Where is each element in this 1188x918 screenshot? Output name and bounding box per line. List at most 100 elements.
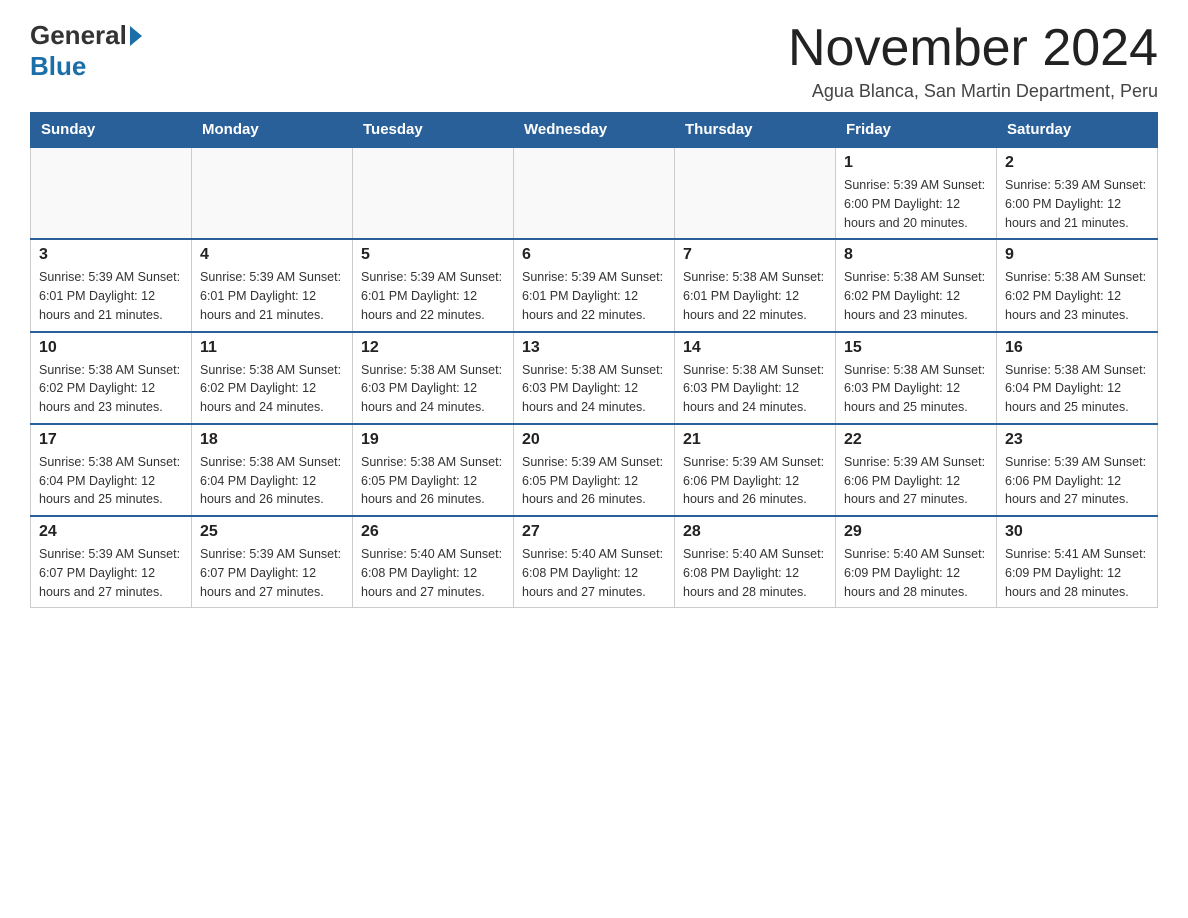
day-info: Sunrise: 5:38 AM Sunset: 6:05 PM Dayligh… — [361, 453, 505, 509]
day-number: 27 — [522, 523, 666, 541]
day-number: 1 — [844, 154, 988, 172]
logo: General Blue — [30, 20, 145, 82]
day-info: Sunrise: 5:39 AM Sunset: 6:07 PM Dayligh… — [200, 545, 344, 601]
calendar-week-1: 1 Sunrise: 5:39 AM Sunset: 6:00 PM Daylig… — [31, 147, 1158, 239]
day-number: 18 — [200, 431, 344, 449]
day-info: Sunrise: 5:38 AM Sunset: 6:03 PM Dayligh… — [683, 361, 827, 417]
day-info: Sunrise: 5:38 AM Sunset: 6:04 PM Dayligh… — [200, 453, 344, 509]
day-number: 8 — [844, 246, 988, 264]
calendar-cell — [514, 147, 675, 239]
calendar-week-3: 10Sunrise: 5:38 AM Sunset: 6:02 PM Dayli… — [31, 332, 1158, 424]
day-info: Sunrise: 5:39 AM Sunset: 6:06 PM Dayligh… — [683, 453, 827, 509]
day-number: 14 — [683, 339, 827, 357]
day-number: 29 — [844, 523, 988, 541]
day-number: 7 — [683, 246, 827, 264]
day-info: Sunrise: 5:40 AM Sunset: 6:08 PM Dayligh… — [522, 545, 666, 601]
calendar-cell: 11Sunrise: 5:38 AM Sunset: 6:02 PM Dayli… — [192, 332, 353, 424]
day-number: 9 — [1005, 246, 1149, 264]
day-info: Sunrise: 5:39 AM Sunset: 6:01 PM Dayligh… — [361, 268, 505, 324]
day-info: Sunrise: 5:40 AM Sunset: 6:08 PM Dayligh… — [361, 545, 505, 601]
day-number: 6 — [522, 246, 666, 264]
calendar-cell: 28Sunrise: 5:40 AM Sunset: 6:08 PM Dayli… — [675, 516, 836, 608]
day-number: 13 — [522, 339, 666, 357]
day-info: Sunrise: 5:39 AM Sunset: 6:07 PM Dayligh… — [39, 545, 183, 601]
day-info: Sunrise: 5:38 AM Sunset: 6:01 PM Dayligh… — [683, 268, 827, 324]
calendar-week-5: 24 Sunrise: 5:39 AM Sunset: 6:07 PM Dayli… — [31, 516, 1158, 608]
day-info: Sunrise: 5:39 AM Sunset: 6:06 PM Dayligh… — [1005, 453, 1149, 509]
day-info: Sunrise: 5:39 AM Sunset: 6:00 PM Dayligh… — [1005, 176, 1149, 232]
day-info: Sunrise: 5:38 AM Sunset: 6:03 PM Dayligh… — [844, 361, 988, 417]
calendar-cell: 17 Sunrise: 5:38 AM Sunset: 6:04 PM Dayli… — [31, 424, 192, 516]
weekday-header-wednesday: Wednesday — [514, 113, 675, 148]
logo-general-text: General — [30, 20, 127, 51]
day-number: 15 — [844, 339, 988, 357]
day-number: 28 — [683, 523, 827, 541]
calendar-cell: 16Sunrise: 5:38 AM Sunset: 6:04 PM Dayli… — [997, 332, 1158, 424]
day-number: 22 — [844, 431, 988, 449]
page-header: General Blue November 2024 Agua Blanca, … — [30, 20, 1158, 102]
weekday-header-tuesday: Tuesday — [353, 113, 514, 148]
day-info: Sunrise: 5:39 AM Sunset: 6:06 PM Dayligh… — [844, 453, 988, 509]
calendar-cell: 3 Sunrise: 5:39 AM Sunset: 6:01 PM Daylig… — [31, 239, 192, 331]
title-block: November 2024 Agua Blanca, San Martin De… — [788, 20, 1158, 102]
calendar-cell: 1 Sunrise: 5:39 AM Sunset: 6:00 PM Daylig… — [836, 147, 997, 239]
weekday-header-monday: Monday — [192, 113, 353, 148]
weekday-header-friday: Friday — [836, 113, 997, 148]
calendar-cell — [353, 147, 514, 239]
day-info: Sunrise: 5:38 AM Sunset: 6:03 PM Dayligh… — [522, 361, 666, 417]
calendar-cell: 10Sunrise: 5:38 AM Sunset: 6:02 PM Dayli… — [31, 332, 192, 424]
day-number: 30 — [1005, 523, 1149, 541]
calendar-cell: 24 Sunrise: 5:39 AM Sunset: 6:07 PM Dayli… — [31, 516, 192, 608]
calendar-cell: 4 Sunrise: 5:39 AM Sunset: 6:01 PM Daylig… — [192, 239, 353, 331]
calendar-cell — [675, 147, 836, 239]
day-info: Sunrise: 5:38 AM Sunset: 6:02 PM Dayligh… — [39, 361, 183, 417]
calendar-cell: 18 Sunrise: 5:38 AM Sunset: 6:04 PM Dayli… — [192, 424, 353, 516]
day-number: 5 — [361, 246, 505, 264]
calendar-cell: 20Sunrise: 5:39 AM Sunset: 6:05 PM Dayli… — [514, 424, 675, 516]
calendar-cell: 9 Sunrise: 5:38 AM Sunset: 6:02 PM Daylig… — [997, 239, 1158, 331]
day-info: Sunrise: 5:39 AM Sunset: 6:00 PM Dayligh… — [844, 176, 988, 232]
day-info: Sunrise: 5:41 AM Sunset: 6:09 PM Dayligh… — [1005, 545, 1149, 601]
calendar-cell: 6 Sunrise: 5:39 AM Sunset: 6:01 PM Daylig… — [514, 239, 675, 331]
logo-blue-text: Blue — [30, 51, 86, 82]
day-info: Sunrise: 5:39 AM Sunset: 6:01 PM Dayligh… — [39, 268, 183, 324]
calendar-table: SundayMondayTuesdayWednesdayThursdayFrid… — [30, 112, 1158, 608]
calendar-cell: 15 Sunrise: 5:38 AM Sunset: 6:03 PM Dayli… — [836, 332, 997, 424]
day-info: Sunrise: 5:38 AM Sunset: 6:02 PM Dayligh… — [200, 361, 344, 417]
calendar-cell: 2Sunrise: 5:39 AM Sunset: 6:00 PM Daylig… — [997, 147, 1158, 239]
calendar-cell: 13 Sunrise: 5:38 AM Sunset: 6:03 PM Dayli… — [514, 332, 675, 424]
calendar-cell: 21 Sunrise: 5:39 AM Sunset: 6:06 PM Dayli… — [675, 424, 836, 516]
calendar-cell: 23 Sunrise: 5:39 AM Sunset: 6:06 PM Dayli… — [997, 424, 1158, 516]
day-info: Sunrise: 5:38 AM Sunset: 6:02 PM Dayligh… — [1005, 268, 1149, 324]
day-info: Sunrise: 5:39 AM Sunset: 6:01 PM Dayligh… — [200, 268, 344, 324]
weekday-header-sunday: Sunday — [31, 113, 192, 148]
calendar-cell: 29 Sunrise: 5:40 AM Sunset: 6:09 PM Dayli… — [836, 516, 997, 608]
calendar-cell: 5 Sunrise: 5:39 AM Sunset: 6:01 PM Daylig… — [353, 239, 514, 331]
calendar-cell: 25Sunrise: 5:39 AM Sunset: 6:07 PM Dayli… — [192, 516, 353, 608]
day-info: Sunrise: 5:39 AM Sunset: 6:01 PM Dayligh… — [522, 268, 666, 324]
day-number: 26 — [361, 523, 505, 541]
day-number: 17 — [39, 431, 183, 449]
day-number: 16 — [1005, 339, 1149, 357]
day-number: 23 — [1005, 431, 1149, 449]
day-info: Sunrise: 5:38 AM Sunset: 6:04 PM Dayligh… — [39, 453, 183, 509]
day-number: 21 — [683, 431, 827, 449]
day-info: Sunrise: 5:40 AM Sunset: 6:09 PM Dayligh… — [844, 545, 988, 601]
day-number: 19 — [361, 431, 505, 449]
day-number: 12 — [361, 339, 505, 357]
day-number: 4 — [200, 246, 344, 264]
calendar-cell — [31, 147, 192, 239]
day-number: 24 — [39, 523, 183, 541]
weekday-header-thursday: Thursday — [675, 113, 836, 148]
location-subtitle: Agua Blanca, San Martin Department, Peru — [788, 81, 1158, 102]
day-info: Sunrise: 5:39 AM Sunset: 6:05 PM Dayligh… — [522, 453, 666, 509]
calendar-cell: 7 Sunrise: 5:38 AM Sunset: 6:01 PM Daylig… — [675, 239, 836, 331]
day-number: 3 — [39, 246, 183, 264]
day-info: Sunrise: 5:38 AM Sunset: 6:02 PM Dayligh… — [844, 268, 988, 324]
month-title: November 2024 — [788, 20, 1158, 77]
calendar-cell: 19 Sunrise: 5:38 AM Sunset: 6:05 PM Dayli… — [353, 424, 514, 516]
calendar-week-4: 17 Sunrise: 5:38 AM Sunset: 6:04 PM Dayli… — [31, 424, 1158, 516]
day-info: Sunrise: 5:38 AM Sunset: 6:03 PM Dayligh… — [361, 361, 505, 417]
calendar-cell: 22 Sunrise: 5:39 AM Sunset: 6:06 PM Dayli… — [836, 424, 997, 516]
calendar-week-2: 3 Sunrise: 5:39 AM Sunset: 6:01 PM Daylig… — [31, 239, 1158, 331]
